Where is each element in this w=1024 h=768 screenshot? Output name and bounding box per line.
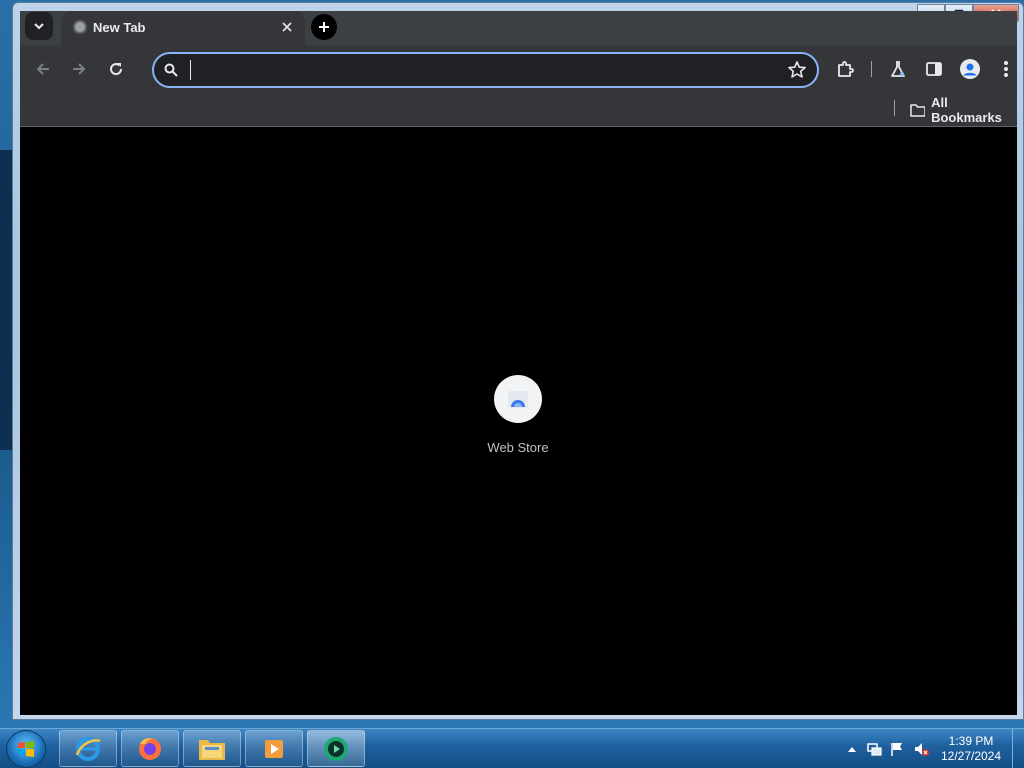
chevron-up-icon: [848, 747, 856, 752]
taskbar-media-player[interactable]: [245, 730, 303, 767]
plus-icon: [319, 22, 329, 32]
arrow-right-icon: [73, 63, 86, 75]
side-panel-button[interactable]: [922, 57, 946, 81]
toolbar-divider: [871, 61, 872, 77]
clock-time: 1:39 PM: [948, 734, 994, 748]
back-button[interactable]: [31, 57, 55, 81]
address-input[interactable]: [190, 60, 780, 80]
new-tab-button[interactable]: [311, 14, 337, 40]
folder-icon: [910, 104, 926, 117]
kebab-menu-icon: [1004, 61, 1008, 77]
system-tray: 1:39 PM 12/27/2024: [840, 729, 1024, 768]
forward-button[interactable]: [67, 57, 91, 81]
arrow-left-icon: [36, 63, 49, 75]
start-button[interactable]: [6, 730, 46, 768]
taskbar-file-explorer[interactable]: [183, 730, 241, 767]
bookmarks-divider: [894, 100, 895, 116]
shortcut-tile: [494, 375, 542, 423]
all-bookmarks-button[interactable]: All Bookmarks: [910, 95, 1017, 125]
omnibox[interactable]: [152, 52, 819, 88]
shortcut-web-store[interactable]: Web Store: [468, 375, 568, 455]
internet-explorer-icon: [75, 736, 101, 761]
tab-search-button[interactable]: [25, 12, 53, 40]
media-player-icon: [265, 739, 283, 758]
play-circle-icon: [324, 736, 348, 761]
globe-icon: [73, 20, 87, 34]
taskbar-clock[interactable]: 1:39 PM 12/27/2024: [936, 734, 1006, 764]
bookmark-star-button[interactable]: [787, 60, 807, 80]
clock-date: 12/27/2024: [940, 749, 1002, 763]
tab-close-button[interactable]: [278, 18, 296, 36]
chrome-browser: New Tab All Bookmarks Web Store: [20, 11, 1017, 715]
action-center-flag-icon[interactable]: [889, 741, 905, 757]
labs-button[interactable]: [886, 57, 910, 81]
tab-title: New Tab: [93, 20, 146, 35]
star-icon: [788, 61, 806, 78]
show-desktop-button[interactable]: [1012, 729, 1024, 768]
toolbar: [20, 45, 1017, 93]
reload-button[interactable]: [104, 57, 128, 81]
firefox-icon: [139, 737, 161, 760]
search-icon: [163, 62, 179, 78]
shortcut-label: Web Store: [487, 440, 549, 455]
all-bookmarks-label: All Bookmarks: [931, 95, 1002, 125]
puzzle-icon: [838, 61, 854, 77]
menu-button[interactable]: [994, 57, 1018, 81]
taskbar: 1:39 PM 12/27/2024: [0, 728, 1024, 768]
taskbar-video-app[interactable]: [307, 730, 365, 767]
reload-icon: [110, 63, 123, 76]
browser-window: New Tab All Bookmarks Web Store: [12, 2, 1024, 720]
close-icon: [282, 22, 292, 32]
new-tab-page: Web Store: [20, 127, 1017, 715]
profile-button[interactable]: [958, 57, 982, 81]
taskbar-firefox[interactable]: [121, 730, 179, 767]
tab-strip: New Tab: [20, 11, 1017, 45]
bookmarks-bar: All Bookmarks: [20, 93, 1017, 127]
web-store-icon: [508, 391, 528, 408]
show-hidden-icons-button[interactable]: [844, 741, 860, 757]
tab-new-tab[interactable]: New Tab: [61, 11, 305, 45]
taskbar-internet-explorer[interactable]: [59, 730, 117, 767]
chevron-down-icon: [34, 23, 44, 30]
network-icon[interactable]: [866, 741, 882, 757]
avatar-icon: [960, 59, 980, 79]
side-panel-icon: [926, 62, 942, 76]
volume-muted-icon[interactable]: [913, 741, 929, 757]
extensions-button[interactable]: [833, 57, 857, 81]
windows-logo-icon: [18, 741, 34, 757]
flask-icon: [891, 61, 905, 77]
folder-icon: [199, 739, 225, 760]
